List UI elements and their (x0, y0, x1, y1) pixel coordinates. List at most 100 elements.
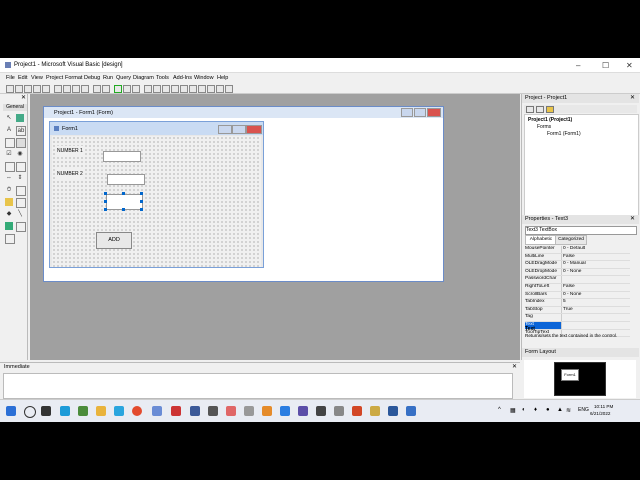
menu-debug[interactable]: Debug (84, 75, 100, 81)
wifi-icon[interactable]: ≋ (566, 407, 571, 414)
property-row[interactable]: MultiLine False (525, 253, 630, 262)
image-icon[interactable] (5, 222, 13, 230)
tab-alphabetic[interactable]: Alphabetic (525, 235, 557, 245)
view-code-icon[interactable] (526, 106, 534, 113)
misc2-icon[interactable] (225, 85, 233, 93)
immediate-close-icon[interactable]: ✕ (512, 363, 517, 370)
app-icon[interactable] (334, 406, 344, 416)
app-icon[interactable] (78, 406, 88, 416)
menu-format[interactable]: Format (65, 75, 82, 81)
optionbutton-icon[interactable]: ◉ (16, 150, 24, 158)
app-icon[interactable] (152, 406, 162, 416)
property-row[interactable]: RightToLeft False (525, 283, 630, 292)
clock-date[interactable]: 6/21/2022 (590, 411, 610, 416)
tray-icon[interactable]: ◐ (522, 407, 526, 413)
line-icon[interactable]: ╲ (16, 210, 24, 218)
menu-tools[interactable]: Tools (156, 75, 169, 81)
add-project-icon[interactable] (6, 85, 14, 93)
add-form-icon[interactable] (15, 85, 23, 93)
project-explorer-icon[interactable] (144, 85, 152, 93)
store-icon[interactable] (114, 406, 124, 416)
app-icon[interactable] (298, 406, 308, 416)
minimize-button[interactable]: – (576, 61, 580, 70)
selection-handle[interactable] (140, 200, 143, 203)
redo-icon[interactable] (102, 85, 110, 93)
listbox-icon[interactable] (16, 162, 26, 172)
selection-handle[interactable] (140, 192, 143, 195)
combobox-icon[interactable] (5, 162, 15, 172)
property-row[interactable]: Tag (525, 314, 630, 322)
vscrollbar-icon[interactable]: ⇕ (16, 174, 24, 182)
break-icon[interactable] (123, 85, 131, 93)
find-icon[interactable] (81, 85, 89, 93)
save-icon[interactable] (42, 85, 50, 93)
clock-time[interactable]: 10:11 PM (594, 404, 613, 409)
menu-file[interactable]: File (6, 75, 15, 81)
properties-icon[interactable] (153, 85, 161, 93)
object-dropdown[interactable]: Text3 TextBox (525, 226, 637, 235)
toolbox-tab-general[interactable]: General (3, 104, 27, 111)
toolbox-icon[interactable] (180, 85, 188, 93)
property-row[interactable]: TabStop True (525, 306, 630, 315)
menu-project[interactable]: Project (46, 75, 63, 81)
chrome-icon[interactable] (132, 406, 142, 416)
filelistbox-icon[interactable] (16, 198, 26, 208)
data-view-icon[interactable] (189, 85, 197, 93)
property-row[interactable]: MousePointer 0 - Default (525, 246, 630, 254)
cut-icon[interactable] (54, 85, 62, 93)
properties-close-icon[interactable]: ✕ (630, 215, 635, 222)
vscode-icon[interactable] (280, 406, 290, 416)
misc-icon[interactable] (216, 85, 224, 93)
tree-forms-folder[interactable]: Forms (537, 124, 551, 130)
property-row[interactable]: PasswordChar (525, 276, 630, 284)
start-icon[interactable] (114, 85, 122, 93)
designer-maximize-button[interactable] (414, 108, 426, 117)
menu-editor-icon[interactable] (24, 85, 32, 93)
app-icon[interactable] (262, 406, 272, 416)
menu-run[interactable]: Run (103, 75, 113, 81)
menu-query[interactable]: Query (116, 75, 131, 81)
search-icon[interactable] (24, 406, 36, 418)
label-icon[interactable]: A (5, 126, 13, 134)
menu-add-ins[interactable]: Add-Ins (173, 75, 192, 81)
app-icon[interactable] (226, 406, 236, 416)
object-browser-icon[interactable] (171, 85, 179, 93)
tray-icon[interactable]: ▲ (557, 407, 563, 413)
language-indicator[interactable]: ENG (578, 407, 589, 413)
selection-handle[interactable] (104, 208, 107, 211)
commandbutton-icon[interactable] (16, 138, 26, 148)
paste-icon[interactable] (72, 85, 80, 93)
task-view-icon[interactable] (41, 406, 51, 416)
checkbox-icon[interactable]: ☑ (5, 150, 13, 158)
tree-form1[interactable]: Form1 (Form1) (547, 131, 581, 137)
shape-icon[interactable]: ◆ (5, 210, 13, 218)
start-button-icon[interactable] (6, 406, 16, 416)
maximize-button[interactable]: ☐ (602, 61, 609, 70)
project-explorer-close-icon[interactable]: ✕ (630, 94, 635, 101)
textbox-text2[interactable] (107, 174, 145, 185)
app-icon[interactable] (244, 406, 254, 416)
widgets-icon[interactable] (60, 406, 70, 416)
component-manager-icon[interactable] (198, 85, 206, 93)
menu-edit[interactable]: Edit (18, 75, 27, 81)
powerpoint-icon[interactable] (352, 406, 362, 416)
open-icon[interactable] (33, 85, 41, 93)
app-icon[interactable] (208, 406, 218, 416)
form-layout-form1[interactable]: Form1 (561, 369, 579, 381)
designer-close-button[interactable] (427, 108, 441, 117)
form1-maximize-button[interactable] (232, 125, 246, 134)
app-icon[interactable] (190, 406, 200, 416)
immediate-input[interactable] (3, 373, 513, 399)
toolbox-close-icon[interactable]: ✕ (21, 94, 26, 101)
property-row[interactable]: OLEDragMode 0 - Manual (525, 261, 630, 269)
form-layout-icon[interactable] (162, 85, 170, 93)
property-row[interactable]: TabIndex 5 (525, 299, 630, 307)
toggle-folders-icon[interactable] (546, 106, 554, 113)
selection-handle[interactable] (122, 192, 125, 195)
property-row-selected[interactable]: Text (525, 321, 630, 330)
menu-window[interactable]: Window (194, 75, 214, 81)
selection-handle[interactable] (104, 200, 107, 203)
outlook-icon[interactable] (406, 406, 416, 416)
app-icon[interactable] (171, 406, 181, 416)
selection-handle[interactable] (104, 192, 107, 195)
